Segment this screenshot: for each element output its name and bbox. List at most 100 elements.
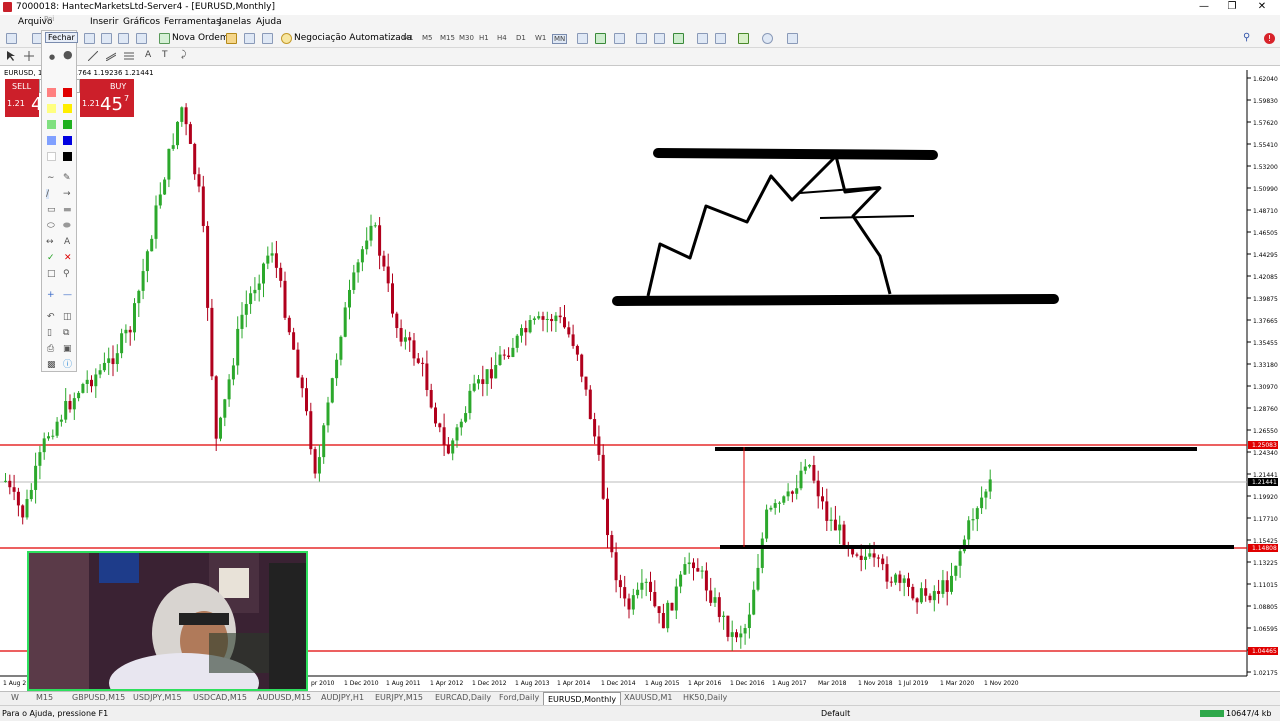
small-dot-icon[interactable]: ●: [49, 52, 55, 62]
menu-graficos[interactable]: Gráficos: [123, 17, 160, 27]
double-arrow-icon[interactable]: ↔: [46, 237, 54, 247]
autoscroll-icon[interactable]: [697, 33, 708, 44]
tf-d1[interactable]: D1: [516, 34, 526, 42]
crop-icon[interactable]: □: [47, 269, 56, 279]
check-icon[interactable]: ✓: [47, 253, 55, 263]
plus-icon[interactable]: +: [47, 290, 55, 300]
color-lightblue[interactable]: [47, 136, 56, 145]
tf-h4[interactable]: H4: [497, 34, 507, 42]
freehand-icon[interactable]: ∼: [47, 173, 55, 183]
metaeditor-icon[interactable]: [226, 33, 237, 44]
tf-m5[interactable]: M5: [422, 34, 433, 42]
tf-m15[interactable]: M15: [440, 34, 455, 42]
ellipse-icon[interactable]: ⬭: [47, 221, 55, 231]
undo-icon[interactable]: ↶: [47, 312, 55, 322]
color-lightgreen[interactable]: [47, 120, 56, 129]
tile-windows-icon[interactable]: [673, 33, 684, 44]
color-yellow[interactable]: [63, 104, 72, 113]
arrows-tool-icon[interactable]: ⤸: [181, 50, 186, 60]
tab-usdjpy[interactable]: USDJPY,M15: [133, 693, 182, 702]
strategy-tester-icon[interactable]: [244, 33, 255, 44]
minimize-button[interactable]: —: [1190, 0, 1218, 15]
tab-gbpusd[interactable]: GBPUSD,M15: [72, 693, 125, 702]
tf-m30[interactable]: M30: [459, 34, 474, 42]
terminal-icon[interactable]: [136, 33, 147, 44]
channel-icon[interactable]: [105, 51, 117, 62]
trendline-icon[interactable]: [87, 50, 99, 62]
color-pink[interactable]: [47, 88, 56, 97]
tab-ford[interactable]: Ford,Daily: [499, 693, 539, 702]
copy-icon[interactable]: ⧉: [63, 328, 69, 338]
menu-ajuda[interactable]: Ajuda: [256, 17, 282, 27]
sell-button[interactable]: SELL 1.21 4: [5, 79, 42, 117]
save-icon[interactable]: ▣: [63, 344, 72, 354]
templates-icon[interactable]: [787, 33, 798, 44]
pencil-icon[interactable]: ✎: [63, 173, 71, 183]
tab-xauusd[interactable]: XAUUSD,M1: [624, 693, 672, 702]
candlestick-icon[interactable]: [595, 33, 606, 44]
text-tool-icon[interactable]: A: [145, 50, 151, 60]
close-button[interactable]: ✕: [1248, 0, 1276, 15]
arrow-line-icon[interactable]: →: [63, 189, 71, 199]
line-tool-icon[interactable]: ∕: [46, 189, 50, 199]
menu-inserir[interactable]: Inserir: [90, 17, 119, 27]
minus-icon[interactable]: —: [63, 290, 72, 300]
color-black[interactable]: [63, 152, 72, 161]
trash-icon[interactable]: ◫: [63, 312, 72, 322]
tf-m1[interactable]: M1: [403, 34, 414, 42]
new-order-button[interactable]: Nova Ordem: [172, 33, 229, 43]
zoom-in-icon[interactable]: [636, 33, 647, 44]
buy-button[interactable]: BUY 1.21 45 7: [80, 79, 134, 117]
notifications-icon[interactable]: !: [1264, 33, 1275, 44]
print-icon[interactable]: ⎙: [47, 344, 54, 354]
market-watch-icon[interactable]: [84, 33, 95, 44]
new-chart-icon[interactable]: [6, 33, 17, 44]
tf-mn[interactable]: MN: [552, 34, 568, 44]
fechar-button[interactable]: Fechar: [45, 32, 78, 43]
tab-eurcad[interactable]: EURCAD,Daily: [435, 693, 491, 702]
color-red[interactable]: [63, 88, 72, 97]
label-tool-icon[interactable]: T: [162, 50, 168, 60]
crosshair-icon[interactable]: [24, 51, 35, 62]
data-window-icon[interactable]: [101, 33, 112, 44]
rectangle-icon[interactable]: ▭: [47, 205, 56, 215]
tab-audjpy[interactable]: AUDJPY,H1: [321, 693, 364, 702]
filled-rectangle-icon[interactable]: ▬: [63, 205, 72, 215]
indicators-icon[interactable]: [738, 33, 749, 44]
tab-eurusd-monthly[interactable]: EURUSD,Monthly: [543, 692, 622, 706]
navigator-icon[interactable]: [118, 33, 129, 44]
menu-janelas[interactable]: Janelas: [219, 17, 251, 27]
new-page-icon[interactable]: ▯: [47, 328, 52, 338]
color-blue[interactable]: [63, 136, 72, 145]
tf-h1[interactable]: H1: [479, 34, 489, 42]
chart-shift-icon[interactable]: [715, 33, 726, 44]
search-icon[interactable]: ⚲: [1243, 33, 1254, 44]
tab-w[interactable]: W: [11, 693, 19, 702]
menu-ferramentas[interactable]: Ferramentas: [164, 17, 221, 27]
color-lightyellow[interactable]: [47, 104, 56, 113]
options-icon[interactable]: [262, 33, 273, 44]
color-white[interactable]: [47, 152, 56, 161]
tab-audusd[interactable]: AUDUSD,M15: [257, 693, 311, 702]
text-icon[interactable]: A: [64, 237, 70, 247]
tf-w1[interactable]: W1: [535, 34, 546, 42]
fibonacci-icon[interactable]: [124, 51, 135, 62]
tab-eurjpy[interactable]: EURJPY,M15: [375, 693, 423, 702]
info-icon[interactable]: ⓘ: [63, 360, 72, 370]
screen-icon[interactable]: ▩: [47, 360, 56, 370]
cross-icon[interactable]: ✕: [64, 253, 72, 263]
auto-trading-button[interactable]: Negociação Automatizada: [294, 33, 412, 43]
restore-button[interactable]: ❐: [1218, 0, 1246, 15]
cursor-icon[interactable]: [6, 51, 17, 62]
tab-usdcad[interactable]: USDCAD,M15: [193, 693, 247, 702]
bar-chart-icon[interactable]: [577, 33, 588, 44]
line-chart-icon[interactable]: [614, 33, 625, 44]
zoom-out-icon[interactable]: [654, 33, 665, 44]
periods-icon[interactable]: [762, 33, 773, 44]
magnify-icon[interactable]: ⚲: [63, 269, 70, 279]
color-green[interactable]: [63, 120, 72, 129]
tab-m15[interactable]: M15: [36, 693, 53, 702]
tab-hk50[interactable]: HK50,Daily: [683, 693, 727, 702]
large-dot-icon[interactable]: ●: [63, 49, 73, 60]
filled-ellipse-icon[interactable]: ⬬: [63, 221, 71, 231]
